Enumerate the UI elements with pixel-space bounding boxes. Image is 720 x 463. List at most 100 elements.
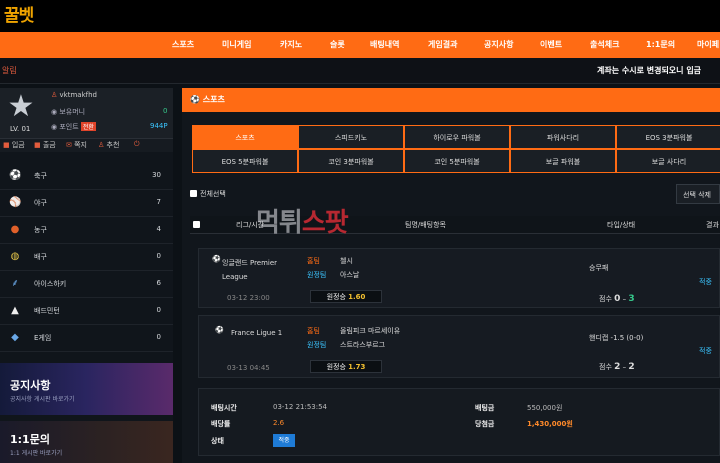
tab-coin5-powerball[interactable]: 코인 5분파워볼 — [404, 149, 510, 173]
watermark-logo: 먹튀스팟 — [256, 208, 349, 238]
sidebar-item-count: 30 — [152, 171, 161, 179]
balance-value: 0 — [163, 107, 168, 115]
bet-amount-label: 배팅금 — [475, 404, 495, 412]
nav-item-event[interactable]: 이벤트 — [540, 32, 562, 58]
esports-icon: ◆ — [11, 332, 19, 343]
quick-actions: ■ 입금 ■ 출금 ✉ 쪽지 ♙ 추천 ⏻ — [0, 138, 173, 152]
soccer-icon: ⚽ — [215, 326, 224, 334]
sidebar-item-label: 배구 — [34, 253, 47, 261]
site-logo[interactable]: 꿀벳 — [4, 2, 46, 30]
nav-item-game-results[interactable]: 게임결과 — [428, 32, 457, 58]
referral-button[interactable]: ♙ 추천 — [98, 140, 119, 150]
sidebar-item-label: 농구 — [34, 226, 47, 234]
volleyball-icon: ◍ — [10, 251, 20, 262]
select-all-checkbox[interactable]: 전체선택 — [190, 189, 226, 199]
nav-item-minigame[interactable]: 미니게임 — [222, 32, 251, 58]
tab-power-ladder[interactable]: 파워사다리 — [510, 125, 616, 149]
sidebar-item-label: 야구 — [34, 199, 47, 207]
logout-icon[interactable]: ⏻ — [134, 140, 140, 149]
deposit-button[interactable]: ■ 입금 — [3, 140, 25, 150]
sidebar-item-label: 아이스하키 — [34, 280, 67, 288]
game-tabs: 스포츠 스피드키노 하이로우 파워볼 파워사다리 EOS 3분파워볼 EOS 5… — [192, 125, 720, 175]
sidebar-item-count: 4 — [156, 225, 161, 233]
away-team: 스트라스부르그 — [340, 341, 386, 349]
home-tag: 홈팀 — [307, 257, 320, 265]
tab-eos5-powerball[interactable]: EOS 5분파워볼 — [192, 149, 298, 173]
status-label: 상태 — [211, 437, 224, 445]
match-score: 점수 2 – 2 — [599, 362, 635, 372]
match-league: 잉글랜드 Premier League — [222, 259, 278, 281]
level-star-icon: ★ — [7, 89, 35, 124]
bet-type: 핸디캡 -1.5 (0-0) — [589, 334, 644, 342]
tab-coin3-powerball[interactable]: 코인 3분파워볼 — [298, 149, 404, 173]
banner-title: 1:1문의 — [10, 433, 50, 446]
nav-item-inquiry[interactable]: 1:1문의 — [646, 32, 675, 58]
sidebar-item-label: E게임 — [34, 334, 52, 342]
inquiry-banner[interactable]: 1:1문의 1:1 게시판 바로가기 — [0, 421, 173, 463]
match-result: 적중 — [699, 278, 712, 286]
header-bar: 꿀벳 — [0, 0, 720, 32]
notice-tag: 알림 — [2, 66, 17, 75]
tab-speedkeno[interactable]: 스피드키노 — [298, 125, 404, 149]
bet-match-row: ⚽ France Ligue 1 03-13 04:45 홈팀 올림피크 마르세… — [198, 315, 720, 378]
sidebar-item-baseball[interactable]: ⚾ 야구 7 — [0, 190, 173, 217]
section-header: ⚽ 스포츠 — [182, 88, 720, 112]
away-tag: 원정팀 — [307, 271, 327, 279]
nav-item-attendance[interactable]: 출석체크 — [590, 32, 619, 58]
banner-title: 공지사항 — [10, 379, 51, 392]
match-time: 03-13 04:45 — [227, 364, 270, 372]
soccer-icon: ⚽ — [212, 255, 221, 263]
message-button[interactable]: ✉ 쪽지 — [66, 140, 87, 150]
badminton-icon: ▲ — [11, 305, 19, 316]
main-nav: 스포츠 미니게임 카지노 슬롯 배팅내역 게임결과 공지사항 이벤트 출석체크 … — [0, 32, 720, 58]
nav-item-bet-history[interactable]: 배팅내역 — [370, 32, 399, 58]
point-value: 944P — [150, 122, 168, 130]
point-convert-button[interactable]: 전환 — [80, 122, 96, 131]
username: ♙ vktmakfhd — [51, 91, 97, 99]
bet-summary: 배팅시간 03-12 21:53:54 배당률 2.6 상태 적중 배팅금 55… — [198, 388, 720, 456]
notice-banner[interactable]: 공지사항 공지사항 게시판 바로가기 — [0, 363, 173, 415]
bet-time-value: 03-12 21:53:54 — [273, 403, 328, 411]
sidebar: ★ LV. 01 ♙ vktmakfhd ◉ 보유머니 0 ◉ 포인트 전환 9… — [0, 88, 173, 463]
header-team-bet: 팀명/배팅항목 — [405, 221, 446, 229]
status-badge: 적중 — [273, 434, 295, 447]
bet-pick: 원정승 1.60 — [310, 290, 382, 303]
sidebar-item-esports[interactable]: ◆ E게임 0 — [0, 325, 173, 352]
win-amount-label: 당첨금 — [475, 420, 495, 428]
header-type-status: 타입/상태 — [607, 221, 636, 229]
match-time: 03-12 23:00 — [227, 294, 270, 302]
tab-eos3-powerball[interactable]: EOS 3분파워볼 — [616, 125, 720, 149]
sidebar-item-badminton[interactable]: ▲ 배드민턴 0 — [0, 298, 173, 325]
sidebar-item-volleyball[interactable]: ◍ 배구 0 — [0, 244, 173, 271]
hockey-icon: ⸙ — [11, 278, 19, 289]
nav-item-slot[interactable]: 슬롯 — [330, 32, 345, 58]
tab-bogle-powerball[interactable]: 보글 파워볼 — [510, 149, 616, 173]
win-amount-value: 1,430,000원 — [527, 420, 573, 428]
tab-bogle-ladder[interactable]: 보글 사다리 — [616, 149, 720, 173]
away-team: 아스날 — [340, 271, 360, 279]
nav-item-notice[interactable]: 공지사항 — [484, 32, 513, 58]
nav-item-mypage[interactable]: 마이페 — [697, 32, 719, 58]
tab-hilow-powerball[interactable]: 하이로우 파워볼 — [404, 125, 510, 149]
odds-value: 2.6 — [273, 419, 285, 427]
match-score: 점수 0 – 3 — [599, 294, 635, 304]
nav-item-casino[interactable]: 카지노 — [280, 32, 302, 58]
sidebar-item-count: 6 — [156, 279, 161, 287]
delete-selected-button[interactable]: 선택 삭제 — [676, 184, 720, 204]
sidebar-item-hockey[interactable]: ⸙ 아이스하키 6 — [0, 271, 173, 298]
notice-bar: 알림 계좌는 수시로 변경되오니 입금 — [0, 58, 720, 84]
sidebar-item-label: 축구 — [34, 172, 47, 180]
bet-amount-value: 550,000원 — [527, 404, 563, 412]
sidebar-item-basketball[interactable]: ● 농구 4 — [0, 217, 173, 244]
bet-match-row: ⚽ 잉글랜드 Premier League 03-12 23:00 홈팀 첼시 … — [198, 248, 720, 308]
withdraw-button[interactable]: ■ 출금 — [34, 140, 56, 150]
match-league: France Ligue 1 — [231, 329, 283, 337]
nav-item-sports[interactable]: 스포츠 — [172, 32, 194, 58]
sidebar-item-soccer[interactable]: ⚽ 축구 30 — [0, 163, 173, 190]
sidebar-item-count: 0 — [156, 306, 161, 314]
header-checkbox[interactable] — [193, 221, 200, 228]
sidebar-item-count: 0 — [156, 252, 161, 260]
tab-sports[interactable]: 스포츠 — [192, 125, 298, 149]
point-label: ◉ 포인트 전환 — [51, 122, 96, 131]
main-panel: ⚽ 스포츠 스포츠 스피드키노 하이로우 파워볼 파워사다리 EOS 3분파워볼… — [182, 88, 720, 463]
